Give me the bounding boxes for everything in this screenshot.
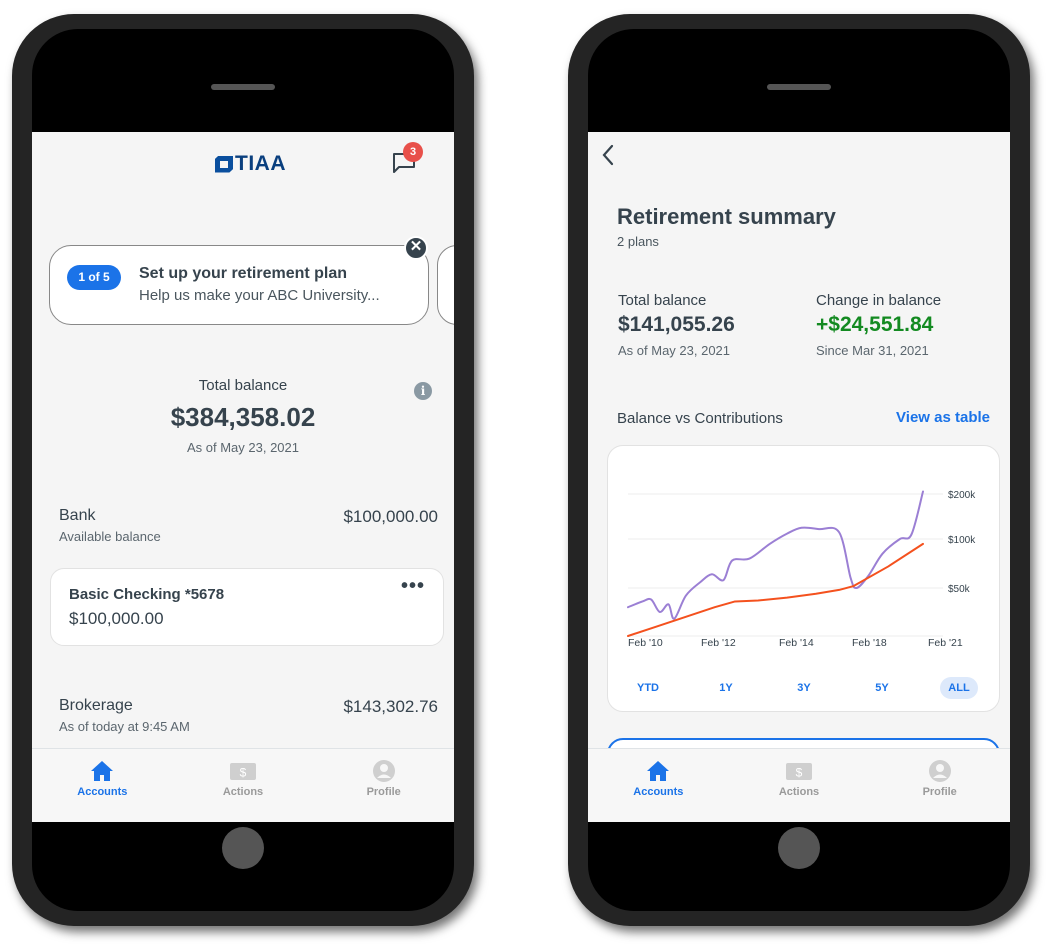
x-tick-label: Feb '12 xyxy=(701,637,736,649)
tab-label: Profile xyxy=(922,786,957,798)
home-button[interactable] xyxy=(222,827,264,869)
phone-frame-right: Retirement summary 2 plans Total balance… xyxy=(568,14,1030,926)
x-tick-label: Feb '10 xyxy=(628,637,663,649)
range-5y[interactable]: 5Y xyxy=(858,677,906,699)
promo-card[interactable]: 1 of 5 Set up your retirement plan Help … xyxy=(49,245,429,325)
accounts-screen: TIAA 3 1 of 5 Set up your retirement pla… xyxy=(32,132,454,822)
phone-frame-left: TIAA 3 1 of 5 Set up your retirement pla… xyxy=(12,14,474,926)
y-tick-label: $200k xyxy=(948,490,976,501)
tab-accounts[interactable]: Accounts xyxy=(588,749,729,822)
svg-text:$: $ xyxy=(796,766,803,780)
page-title: Retirement summary xyxy=(617,204,836,229)
account-group-subtitle: Available balance xyxy=(59,529,161,544)
account-group-subtitle: As of today at 9:45 AM xyxy=(59,719,190,734)
messages-badge: 3 xyxy=(403,142,423,162)
tab-label: Actions xyxy=(222,786,264,798)
stat-label: Total balance xyxy=(618,292,707,309)
account-group-amount: $100,000.00 xyxy=(343,507,438,526)
chart-card: $50k $100k $200k Feb '10 Feb '12 Feb '14 Feb '… xyxy=(607,445,1000,712)
promo-title: Set up your retirement plan xyxy=(139,265,348,282)
profile-icon xyxy=(928,760,951,782)
chart-section-label: Balance vs Contributions xyxy=(617,410,783,427)
range-1y[interactable]: 1Y xyxy=(702,677,750,699)
retirement-summary-screen: Retirement summary 2 plans Total balance… xyxy=(588,132,1010,822)
profile-icon xyxy=(372,760,395,782)
tiaa-logo-icon xyxy=(215,156,233,173)
tab-label: Profile xyxy=(366,786,401,798)
balance-chart[interactable]: $50k $100k $200k Feb '10 Feb '12 Feb '14 Feb '… xyxy=(608,446,1001,671)
home-icon xyxy=(647,761,670,781)
top-bar: TIAA 3 xyxy=(32,132,454,202)
more-options-icon[interactable]: ••• xyxy=(401,575,425,598)
total-balance-value: $384,358.02 xyxy=(170,402,316,432)
y-tick-label: $50k xyxy=(948,584,971,595)
stat-value: +$24,551.84 xyxy=(816,313,934,336)
range-all[interactable]: ALL xyxy=(940,677,978,699)
tab-label: Actions xyxy=(778,786,820,798)
range-selector: YTD 1Y 3Y 5Y ALL xyxy=(608,677,999,699)
view-as-table-link[interactable]: View as table xyxy=(896,409,990,426)
tab-bar: Accounts $ Actions Profile xyxy=(588,748,1010,822)
range-ytd[interactable]: YTD xyxy=(624,677,672,699)
stat-value: $141,055.26 xyxy=(618,313,735,336)
account-group-bank[interactable]: Bank Available balance $100,000.00 xyxy=(59,507,438,544)
tab-profile[interactable]: Profile xyxy=(313,749,454,822)
x-tick-label: Feb '18 xyxy=(852,637,887,649)
account-group-brokerage[interactable]: Brokerage As of today at 9:45 AM $143,30… xyxy=(59,697,438,734)
tab-label: Accounts xyxy=(77,786,128,798)
tab-profile[interactable]: Profile xyxy=(869,749,1010,822)
account-group-amount: $143,302.76 xyxy=(343,697,438,716)
stat-date: As of May 23, 2021 xyxy=(618,343,731,358)
stat-label: Change in balance xyxy=(816,292,942,309)
tab-actions[interactable]: $ Actions xyxy=(173,749,314,822)
info-icon[interactable]: i xyxy=(414,382,432,400)
promo-subtitle: Help us make your ABC University... xyxy=(139,287,380,304)
step-pill: 1 of 5 xyxy=(67,265,121,290)
close-icon[interactable]: ✕ xyxy=(404,236,428,260)
svg-text:$: $ xyxy=(240,766,247,780)
home-button[interactable] xyxy=(778,827,820,869)
tab-accounts[interactable]: Accounts xyxy=(32,749,173,822)
next-promo-card[interactable] xyxy=(437,245,454,325)
tab-bar: Accounts $ Actions Profile xyxy=(32,748,454,822)
back-icon[interactable] xyxy=(600,142,616,168)
range-3y[interactable]: 3Y xyxy=(780,677,828,699)
plans-count: 2 plans xyxy=(617,234,659,249)
logo-text: TIAA xyxy=(235,152,286,175)
tiaa-logo: TIAA xyxy=(215,152,286,176)
speaker-grille xyxy=(767,84,831,90)
speaker-grille xyxy=(211,84,275,90)
total-balance-stat: Total balance $141,055.26 As of May 23, … xyxy=(618,292,735,358)
dollar-icon: $ xyxy=(230,763,256,780)
home-icon xyxy=(91,761,114,781)
dollar-icon: $ xyxy=(786,763,812,780)
phone-bezel: Retirement summary 2 plans Total balance… xyxy=(588,29,1010,911)
total-balance-date: As of May 23, 2021 xyxy=(186,440,299,455)
account-amount: $100,000.00 xyxy=(69,609,164,628)
x-tick-label: Feb '21 xyxy=(928,637,963,649)
stat-date: Since Mar 31, 2021 xyxy=(816,343,929,358)
total-balance-label: Total balance xyxy=(198,377,288,394)
change-in-balance-stat: Change in balance +$24,551.84 Since Mar … xyxy=(816,292,941,358)
account-name: Basic Checking *5678 xyxy=(69,586,225,603)
x-tick-label: Feb '14 xyxy=(779,637,814,649)
y-tick-label: $100k xyxy=(948,535,976,546)
tab-label: Accounts xyxy=(633,786,684,798)
phone-bezel: TIAA 3 1 of 5 Set up your retirement pla… xyxy=(32,29,454,911)
tab-actions[interactable]: $ Actions xyxy=(729,749,870,822)
account-card[interactable]: Basic Checking *5678 $100,000.00 ••• xyxy=(50,568,444,646)
